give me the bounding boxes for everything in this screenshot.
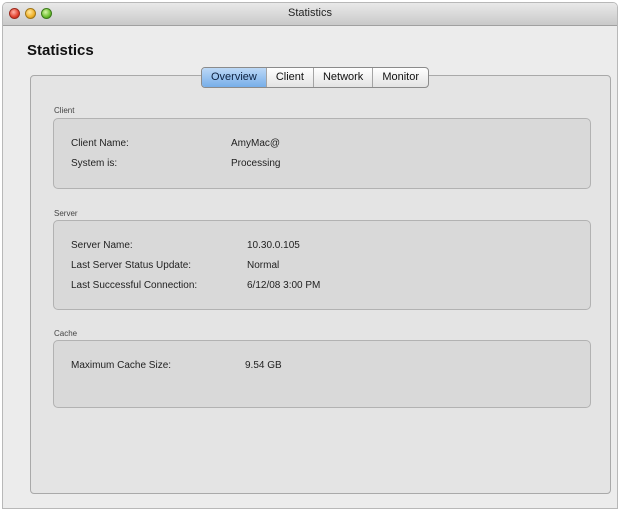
server-status-label: Last Server Status Update:: [71, 260, 192, 271]
statistics-window: Statistics Statistics Client Client Name…: [2, 2, 618, 509]
system-status-label: System is:: [71, 158, 118, 169]
server-group-label: Server: [54, 209, 78, 218]
tab-client[interactable]: Client: [267, 68, 314, 87]
max-cache-size-label: Maximum Cache Size:: [71, 360, 172, 371]
client-group-label: Client: [54, 106, 75, 115]
server-group-box: Server Name: 10.30.0.105 Last Server Sta…: [53, 220, 591, 310]
cache-group-label: Cache: [54, 329, 78, 338]
client-group-box: Client Name: AmyMac@ System is: Processi…: [53, 118, 591, 189]
tab-bar: Overview Client Network Monitor: [201, 67, 429, 88]
tab-monitor[interactable]: Monitor: [373, 68, 428, 87]
last-connection-label: Last Successful Connection:: [71, 280, 198, 291]
max-cache-size-value: 9.54 GB: [245, 360, 282, 371]
window-title: Statistics: [287, 7, 332, 19]
client-name-label: Client Name:: [71, 138, 129, 149]
last-connection-value: 6/12/08 3:00 PM: [247, 280, 321, 291]
cache-group-box: Maximum Cache Size: 9.54 GB: [53, 340, 591, 408]
tab-overview[interactable]: Overview: [202, 68, 267, 87]
page-title: Statistics: [27, 42, 94, 59]
server-name-value: 10.30.0.105: [247, 240, 300, 251]
title-bar[interactable]: Statistics: [3, 3, 617, 26]
server-name-label: Server Name:: [71, 240, 133, 251]
server-status-value: Normal: [247, 260, 280, 271]
client-name-value: AmyMac@: [231, 138, 281, 149]
system-status-value: Processing: [231, 158, 281, 169]
tab-network[interactable]: Network: [314, 68, 374, 87]
tab-panel: Client Client Name: AmyMac@ System is: P…: [30, 75, 611, 494]
